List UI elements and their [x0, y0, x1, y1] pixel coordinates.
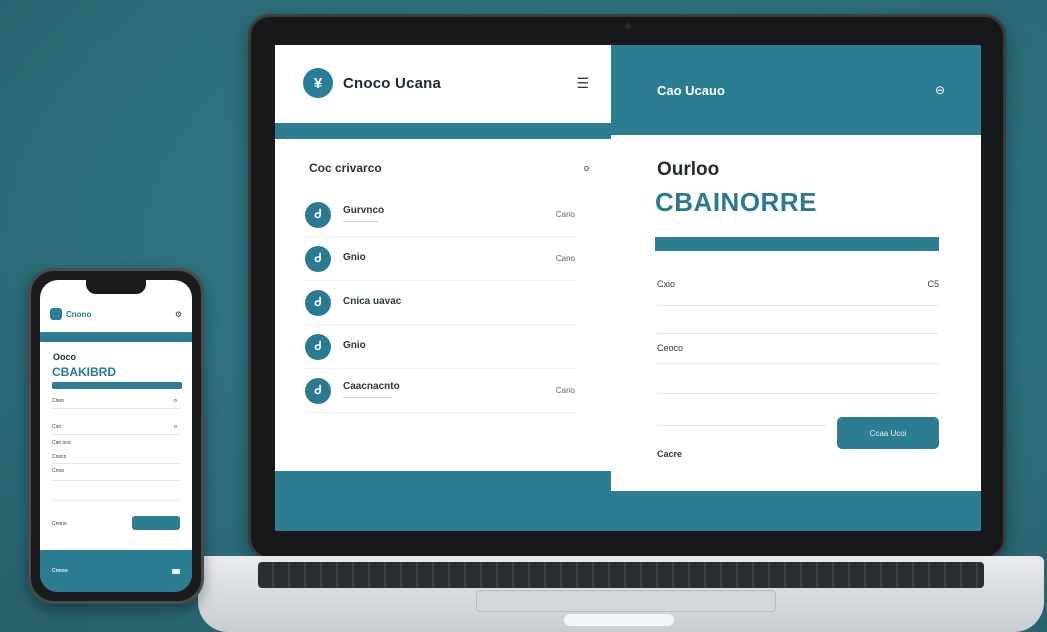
- phone-field-label: Cnoo: [52, 468, 64, 474]
- phone-bottom-label: Cnono: [52, 521, 67, 527]
- phone-header: Cnono ⚙: [40, 300, 192, 328]
- phone-heading: CBAKIBRD: [52, 365, 116, 379]
- item-list: Ꮷ Gurvnco ————— Cano Ꮷ Gnio Cano Ꮷ Cnica…: [305, 193, 575, 413]
- phone-screen: Cnono ⚙ Ooco CBAKIBRD Cnoo o Ciro o Cao …: [40, 280, 192, 592]
- list-item[interactable]: Ꮷ Caacnacnto ——————— Cano: [305, 369, 575, 413]
- item-subtitle: ———————: [343, 393, 392, 401]
- form-card: Ourloo CBAINORRE Cxio C5 Ceoco Ccaa Ucoi…: [611, 135, 981, 491]
- phone-field-label: Cao oco: [52, 440, 71, 446]
- phone-footer-label: Cnnoo: [52, 568, 68, 574]
- laptop-lid: ¥ Cnoco Ucana ☰ Coc crivarco o Ꮷ Gurvnco…: [248, 14, 1006, 560]
- phone-submit-button[interactable]: [132, 516, 180, 530]
- divider: [657, 305, 939, 306]
- phone-heading-bar: [52, 382, 182, 389]
- divider: [657, 425, 827, 426]
- list-item[interactable]: Ꮷ Gnio Cano: [305, 237, 575, 281]
- trackpad: [476, 590, 776, 612]
- left-panel: ¥ Cnoco Ucana ☰ Coc crivarco o Ꮷ Gurvnco…: [275, 45, 611, 531]
- item-name: Gnio: [343, 340, 366, 351]
- circle-icon[interactable]: ⊖: [935, 83, 945, 97]
- section-title: Coc crivarco: [309, 161, 382, 175]
- laptop-screen: ¥ Cnoco Ucana ☰ Coc crivarco o Ꮷ Gurvnco…: [275, 45, 981, 531]
- phone-divider: [52, 500, 180, 501]
- item-name: Gurvnco: [343, 204, 385, 216]
- right-panel-header: Cao Ucauo ⊖: [611, 45, 981, 135]
- item-name: Cnica uavac: [343, 296, 402, 307]
- field-row-2[interactable]: Ceoco: [657, 343, 939, 353]
- item-name: Gnio: [343, 252, 366, 263]
- phone-field-label: Cnoco: [52, 454, 67, 460]
- right-panel-title: Cao Ucauo: [657, 82, 725, 98]
- phone-notch: [86, 280, 146, 294]
- field-row-1[interactable]: Cxio C5: [657, 279, 939, 289]
- item-avatar-icon: Ꮷ: [305, 377, 331, 404]
- camera-icon: [625, 23, 631, 29]
- phone-logo-icon: [50, 308, 62, 320]
- phone-field-dot: o: [174, 398, 177, 404]
- list-item[interactable]: Ꮷ Gnio: [305, 325, 575, 369]
- list-item[interactable]: Ꮷ Cnica uavac: [305, 281, 575, 325]
- phone-kicker: Ooco: [53, 352, 77, 362]
- left-panel-footer: [275, 471, 611, 531]
- keyboard: [258, 562, 984, 588]
- phone-field-dot: o: [174, 424, 177, 430]
- divider: [657, 393, 939, 394]
- right-panel: Cao Ucauo ⊖ Ourloo CBAINORRE Cxio C5 Ceo…: [611, 45, 981, 531]
- form-kicker: Ourloo: [657, 159, 720, 180]
- submit-button[interactable]: Ccaa Ucoi: [837, 417, 939, 449]
- divider: [657, 363, 939, 364]
- item-avatar-icon: Ꮷ: [305, 333, 331, 360]
- phone-header-band: [40, 332, 192, 342]
- hamburger-icon[interactable]: ☰: [576, 75, 589, 92]
- phone-footer-icon[interactable]: [172, 568, 180, 574]
- item-avatar-icon: Ꮷ: [305, 289, 331, 316]
- phone-divider: [52, 463, 180, 464]
- field-label: Cxio: [657, 279, 676, 289]
- field-label: Ceoco: [657, 343, 684, 353]
- item-value: Cano: [555, 386, 575, 395]
- phone-footer: Cnnoo: [40, 550, 192, 592]
- base-notch: [564, 614, 674, 626]
- item-value: Cano: [555, 210, 575, 219]
- list-item[interactable]: Ꮷ Gurvnco ————— Cano: [305, 193, 575, 237]
- header-band: [275, 123, 611, 139]
- phone-divider: [52, 434, 180, 435]
- item-subtitle: —————: [343, 217, 378, 225]
- section-more-icon[interactable]: o: [584, 163, 589, 173]
- logo-icon: ¥: [303, 68, 333, 98]
- phone-divider: [52, 408, 180, 409]
- laptop-base: [198, 556, 1044, 632]
- section-header: Coc crivarco o: [309, 161, 589, 175]
- phone-app-title: Cnono: [66, 309, 92, 319]
- divider: [657, 333, 939, 334]
- item-avatar-icon: Ꮷ: [305, 245, 331, 272]
- phone-field-label: Ciro: [52, 424, 62, 430]
- item-name: Caacnacnto: [343, 380, 400, 392]
- form-heading: CBAINORRE: [655, 187, 817, 217]
- item-value: Cano: [555, 254, 575, 263]
- phone-side-button: [26, 341, 29, 367]
- phone-divider: [52, 480, 180, 481]
- left-panel-header: ¥ Cnoco Ucana ☰: [275, 45, 611, 121]
- settings-icon[interactable]: ⚙: [175, 310, 182, 319]
- heading-underline-bar: [655, 237, 939, 251]
- phone: Cnono ⚙ Ooco CBAKIBRD Cnoo o Ciro o Cao …: [26, 268, 204, 604]
- bottom-label: Cacre: [657, 449, 683, 459]
- phone-field-label: Cnoo: [52, 398, 64, 404]
- field-value: C5: [927, 279, 939, 289]
- item-avatar-icon: Ꮷ: [305, 201, 331, 228]
- app-title: Cnoco Ucana: [343, 74, 442, 92]
